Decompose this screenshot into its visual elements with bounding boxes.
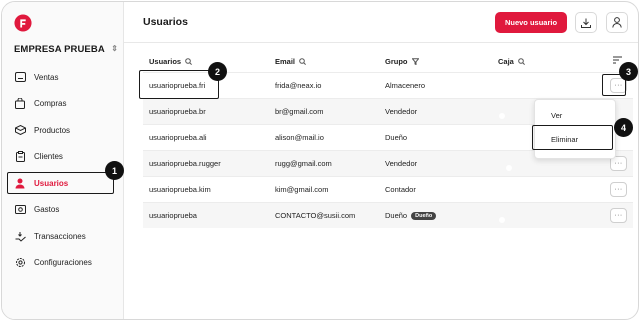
column-header-caja[interactable]: Caja [498,57,525,66]
new-user-button[interactable]: Nuevo usuario [495,12,567,33]
user-cell: usuarioprueba.fri [149,81,206,90]
group-cell: Dueño [385,133,407,142]
sidebar-item-label: Gastos [34,205,60,215]
app-window: EMPRESA PRUEBA ⇕ Ventas Compras Producto… [1,1,639,320]
column-header-usuarios[interactable]: Usuarios [149,56,193,66]
money-icon [14,204,26,216]
email-cell: kim@gmail.com [275,185,329,194]
company-selector[interactable]: EMPRESA PRUEBA ⇕ [14,42,118,56]
header-divider [124,42,638,43]
user-cell: usuarioprueba.rugger [149,159,221,168]
sidebar-item-ventas[interactable]: Ventas [2,64,124,91]
sidebar-item-label: Usuarios [34,178,69,188]
user-cell: usuarioprueba.ali [149,133,207,142]
callout-marker-2: 2 [208,62,227,81]
group-label: Dueño [385,133,408,142]
menu-item-eliminar[interactable]: Eliminar [551,135,578,144]
download-button[interactable] [575,12,597,33]
group-label: Vendedor [385,159,418,168]
sidebar-item-label: Configuraciones [34,258,92,268]
search-icon[interactable] [518,57,525,65]
group-label: Vendedor [385,107,418,116]
callout-marker-4: 4 [614,118,633,137]
sidebar-item-label: Clientes [34,152,63,162]
row-actions-menu: Ver Eliminar [534,99,616,159]
more-icon: ··· [610,208,627,223]
page-title: Usuarios [143,16,188,28]
filter-icon[interactable] [411,57,419,65]
menu-item-ver[interactable]: Ver [551,111,562,120]
sidebar-item-transacciones[interactable]: Transacciones [2,223,124,250]
sales-icon [14,71,26,83]
column-label: Email [275,56,296,66]
column-header-email[interactable]: Email [275,57,306,66]
sidebar-item-label: Compras [34,99,67,109]
more-icon: ··· [610,182,627,197]
group-cell: Contador [385,185,416,194]
email-cell: rugg@gmail.com [275,159,332,168]
chevron-updown-icon: ⇕ [111,44,118,53]
table-row[interactable]: usuarioprueba.kim kim@gmail.com Contador… [143,176,633,202]
email-cell: alison@mail.io [275,133,324,142]
column-label: Grupo [385,56,408,66]
clipboard-icon [14,151,26,163]
gear-icon [14,257,26,269]
group-cell: Dueño Dueño [385,211,437,220]
callout-marker-1: 1 [105,161,124,180]
sidebar-item-label: Ventas [34,72,59,82]
group-label: Contador [385,185,416,194]
user-cell: usuarioprueba [149,211,197,220]
group-label: Dueño [385,211,408,220]
brand-logo-icon [14,14,32,32]
sidebar: EMPRESA PRUEBA ⇕ Ventas Compras Producto… [2,2,124,319]
user-outline-icon [612,17,622,28]
group-cell: Vendedor [385,159,417,168]
column-label: Usuarios [149,56,182,66]
bag-icon [14,98,26,110]
callout-marker-3: 3 [619,62,638,81]
sidebar-item-gastos[interactable]: Gastos [2,197,124,224]
sidebar-item-productos[interactable]: Productos [2,117,124,144]
column-header-grupo[interactable]: Grupo [385,57,419,66]
email-cell: br@gmail.com [275,107,324,116]
sidebar-item-compras[interactable]: Compras [2,91,124,118]
download-icon [581,18,591,28]
search-icon[interactable] [299,57,306,65]
company-name: EMPRESA PRUEBA [14,43,105,55]
email-cell: frida@neax.io [275,81,322,90]
email-cell: CONTACTO@susii.com [275,211,356,220]
sidebar-item-configuraciones[interactable]: Configuraciones [2,250,124,277]
sort-lines-icon [613,56,622,64]
owner-badge: Dueño [411,211,437,220]
group-label: Almacenero [385,81,426,90]
row-more-button[interactable]: ··· [610,182,627,197]
sidebar-item-label: Transacciones [34,231,86,241]
search-icon[interactable] [185,57,193,65]
table-row[interactable]: usuarioprueba CONTACTO@susii.com Dueño D… [143,202,633,228]
box-icon [14,124,26,136]
transactions-icon [14,230,26,242]
column-label: Caja [498,56,514,66]
group-cell: Vendedor [385,107,417,116]
row-more-button[interactable]: ··· [610,208,627,223]
user-cell: usuarioprueba.br [149,107,206,116]
user-cell: usuarioprueba.kim [149,185,211,194]
sidebar-item-label: Productos [34,125,71,135]
profile-button[interactable] [606,12,628,33]
user-icon [14,177,26,189]
group-cell: Almacenero [385,81,425,90]
